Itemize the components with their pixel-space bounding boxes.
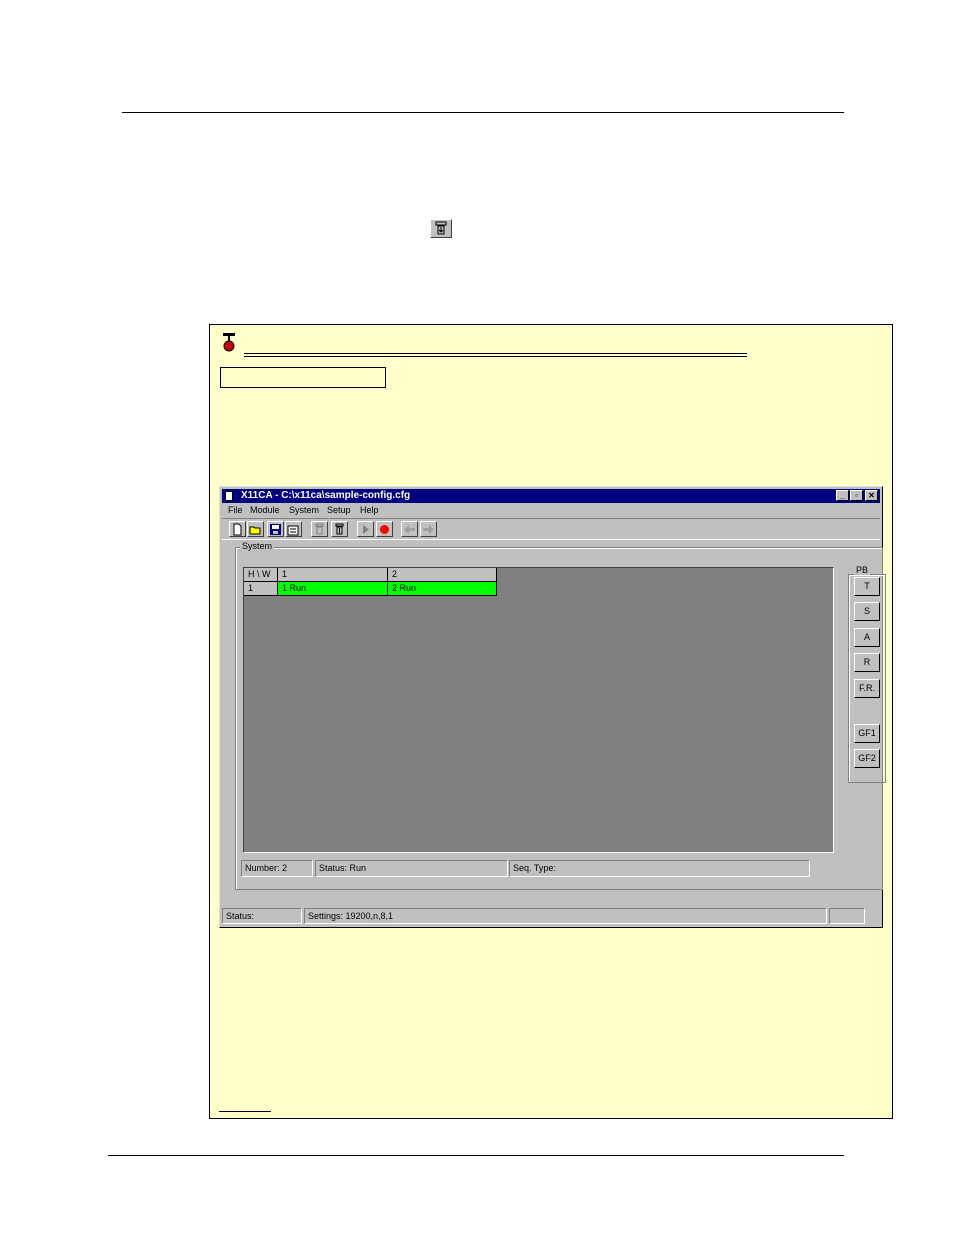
note-heading-line-2 [244,356,747,357]
upload-icon[interactable] [331,521,348,537]
run-icon[interactable] [357,521,374,537]
note-heading-line [244,353,747,354]
forward-icon[interactable] [420,521,437,537]
top-rule [122,112,844,113]
grid-column-header[interactable]: 2 [388,568,497,582]
grid-column-header[interactable]: 1 [278,568,388,582]
statusbar-status: Status: [222,908,302,924]
pb-button-gf2[interactable]: GF2 [854,749,880,768]
open-icon[interactable] [247,521,264,537]
grid-row-header[interactable]: 1 [244,582,278,596]
menu-file[interactable]: File [228,505,243,515]
back-icon[interactable] [401,521,418,537]
system-group-label: System [240,541,275,551]
bottom-rule [108,1155,844,1156]
app-window: X11CA - C:\x11ca\sample-config.cfg _ ▫ ✕… [219,486,886,928]
pb-button-gf1[interactable]: GF1 [854,724,880,743]
pb-button-a[interactable]: A [854,628,880,647]
seq-type-panel: Seq. Type: [509,860,810,877]
download-icon[interactable] [311,521,328,537]
grid-cell[interactable]: 2 Run [388,582,497,596]
close-button[interactable]: ✕ [865,490,878,501]
pb-button-t[interactable]: T [854,577,880,596]
statusbar-settings: Settings: 19200,n,8,1 [304,908,827,924]
note-footer-line [219,1111,271,1112]
app-icon[interactable] [225,491,233,501]
maximize-button[interactable]: ▫ [850,490,863,501]
statusbar-extra [829,908,865,924]
status-panel: Status: Run [315,860,508,877]
window-title: X11CA - C:\x11ca\sample-config.cfg [241,490,411,501]
system-grid: H \ W 1 2 1 1 Run 2 Run [243,567,834,853]
menu-module[interactable]: Module [250,505,280,515]
stop-icon[interactable] [376,521,393,537]
menu-bar: File Module System Setup Help [222,503,880,517]
grid-corner-header: H \ W [244,568,278,582]
title-bar[interactable]: X11CA - C:\x11ca\sample-config.cfg _ ▫ ✕ [222,489,880,503]
note-label-box [220,367,386,388]
number-panel: Number: 2 [241,860,313,877]
note-logo-icon [221,332,237,352]
menu-system[interactable]: System [289,505,319,515]
minimize-button[interactable]: _ [836,490,849,501]
menu-setup[interactable]: Setup [327,505,351,515]
new-icon[interactable] [229,521,246,537]
properties-icon[interactable] [285,521,302,537]
grid-cell[interactable]: 1 Run [278,582,388,596]
pb-group-label: PB [854,565,871,575]
pb-button-s[interactable]: S [854,602,880,621]
pb-button-fr[interactable]: F.R. [854,679,880,698]
pb-button-r[interactable]: R [854,653,880,672]
toolbar [222,518,880,540]
save-icon[interactable] [267,521,284,537]
download-toolbar-icon [430,219,452,238]
menu-help[interactable]: Help [360,505,379,515]
